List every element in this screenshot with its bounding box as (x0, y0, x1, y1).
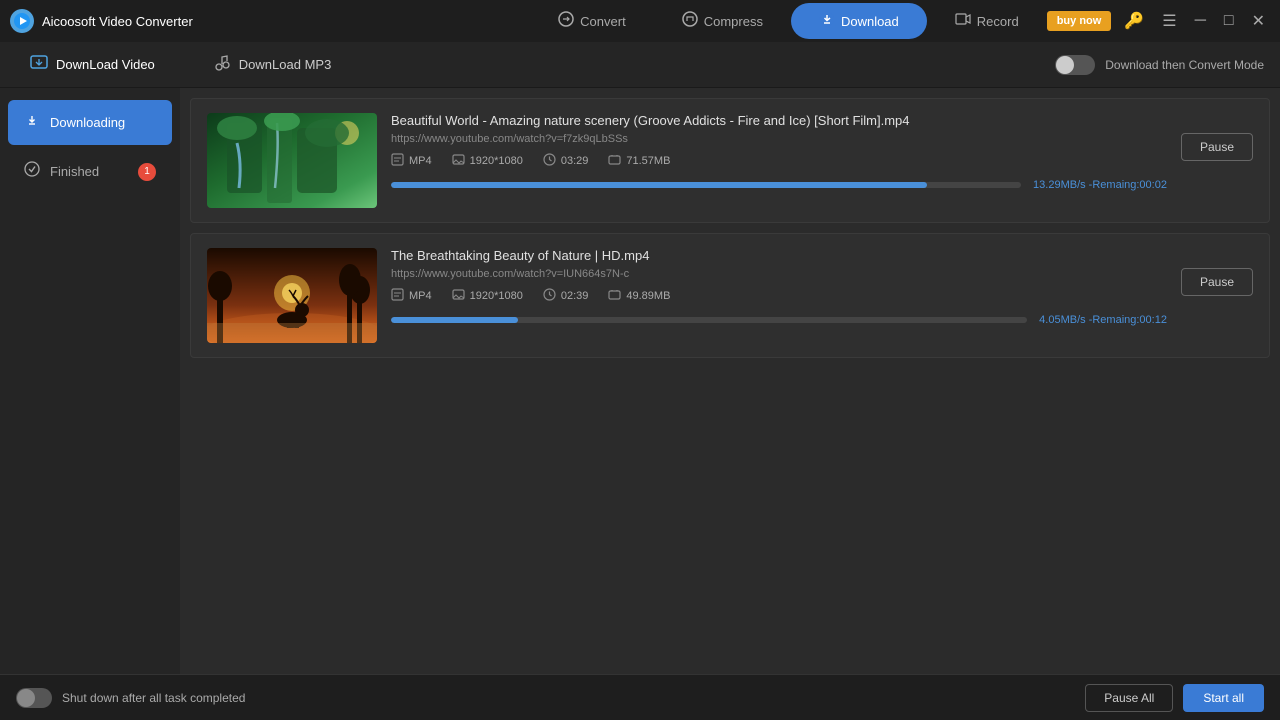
tab-convert-label: Convert (580, 14, 626, 29)
download-item-2: The Breathtaking Beauty of Nature | HD.m… (190, 233, 1270, 358)
finished-icon (24, 161, 40, 182)
record-icon (955, 11, 971, 31)
download-list: Beautiful World - Amazing nature scenery… (180, 88, 1280, 674)
progress-stats-2: 4.05MB/s -Remaing:00:12 (1039, 314, 1167, 326)
size-icon-2 (608, 288, 621, 304)
progress-bar-1 (391, 182, 927, 188)
convert-mode-switch[interactable] (1055, 55, 1095, 75)
nav-tabs: Convert Compress Download (530, 3, 1047, 39)
format-value-1: MP4 (409, 155, 432, 167)
pause-button-2[interactable]: Pause (1181, 268, 1253, 296)
progress-row-2: 4.05MB/s -Remaing:00:12 (391, 314, 1167, 326)
progress-row-1: 13.29MB/s -Remaing:00:02 (391, 179, 1167, 191)
format-icon-1 (391, 153, 404, 169)
thumbnail-2 (207, 248, 377, 343)
duration-2: 02:39 (543, 288, 589, 304)
shutdown-label: Shut down after all task completed (62, 691, 245, 705)
subtab-download-video[interactable]: DownLoad Video (16, 47, 169, 82)
compress-icon (682, 11, 698, 31)
resolution-icon-2 (452, 288, 465, 304)
duration-value-1: 03:29 (561, 155, 589, 167)
sidebar: Downloading Finished 1 (0, 88, 180, 674)
tab-record-label: Record (977, 14, 1019, 29)
sidebar-finished-label: Finished (50, 164, 99, 179)
download-item-1: Beautiful World - Amazing nature scenery… (190, 98, 1270, 223)
buy-now-button[interactable]: buy now (1047, 11, 1112, 31)
key-icon-button[interactable]: 🔑 (1119, 9, 1149, 33)
main-content: Downloading Finished 1 (0, 88, 1280, 674)
pause-button-1[interactable]: Pause (1181, 133, 1253, 161)
convert-mode-toggle: Download then Convert Mode (1055, 55, 1264, 75)
bottombar: Shut down after all task completed Pause… (0, 674, 1280, 720)
tab-compress[interactable]: Compress (654, 3, 791, 39)
subtab-download-mp3-label: DownLoad MP3 (239, 57, 332, 72)
sidebar-item-downloading[interactable]: Downloading (8, 100, 172, 145)
download-mp3-icon (213, 53, 231, 76)
progress-bar-2 (391, 317, 518, 323)
close-button[interactable]: ✕ (1247, 9, 1270, 33)
pause-all-button[interactable]: Pause All (1085, 684, 1173, 712)
format-2: MP4 (391, 288, 432, 304)
duration-1: 03:29 (543, 153, 589, 169)
download-title-2: The Breathtaking Beauty of Nature | HD.m… (391, 248, 1167, 263)
duration-icon-2 (543, 288, 556, 304)
progress-bar-container-1 (391, 182, 1021, 188)
download-video-icon (30, 53, 48, 76)
download-tab-icon (819, 11, 835, 31)
size-1: 71.57MB (608, 153, 670, 169)
download-url-2: https://www.youtube.com/watch?v=IUN664s7… (391, 268, 1167, 280)
resolution-value-1: 1920*1080 (470, 155, 523, 167)
convert-mode-label: Download then Convert Mode (1105, 58, 1264, 72)
subtabbar: DownLoad Video DownLoad MP3 Download the… (0, 42, 1280, 88)
download-info-2: The Breathtaking Beauty of Nature | HD.m… (391, 248, 1167, 326)
resolution-value-2: 1920*1080 (470, 290, 523, 302)
download-url-1: https://www.youtube.com/watch?v=f7zk9qLb… (391, 133, 1167, 145)
app-title: Aicoosoft Video Converter (42, 14, 530, 29)
tab-download-label: Download (841, 14, 899, 29)
format-icon-2 (391, 288, 404, 304)
bottom-actions: Pause All Start all (1085, 684, 1264, 712)
format-value-2: MP4 (409, 290, 432, 302)
convert-icon (558, 11, 574, 31)
minimize-button[interactable]: ─ (1190, 10, 1211, 32)
app-logo (10, 9, 34, 33)
size-value-2: 49.89MB (626, 290, 670, 302)
toggle-knob (1056, 56, 1074, 74)
subtab-download-mp3[interactable]: DownLoad MP3 (199, 47, 346, 82)
resolution-2: 1920*1080 (452, 288, 523, 304)
progress-stats-1: 13.29MB/s -Remaing:00:02 (1033, 179, 1167, 191)
shutdown-toggle-knob (17, 689, 35, 707)
size-icon-1 (608, 153, 621, 169)
thumbnail-1 (207, 113, 377, 208)
download-meta-2: MP4 1920*1080 (391, 288, 1167, 304)
tab-record[interactable]: Record (927, 3, 1047, 39)
progress-bar-container-2 (391, 317, 1027, 323)
start-all-button[interactable]: Start all (1183, 684, 1264, 712)
finished-badge: 1 (138, 163, 156, 181)
size-value-1: 71.57MB (626, 155, 670, 167)
format-1: MP4 (391, 153, 432, 169)
download-info-1: Beautiful World - Amazing nature scenery… (391, 113, 1167, 191)
subtab-download-video-label: DownLoad Video (56, 57, 155, 72)
size-2: 49.89MB (608, 288, 670, 304)
download-title-1: Beautiful World - Amazing nature scenery… (391, 113, 1167, 128)
sidebar-downloading-label: Downloading (50, 115, 125, 130)
resolution-1: 1920*1080 (452, 153, 523, 169)
title-controls: buy now 🔑 ☰ ─ □ ✕ (1047, 9, 1270, 33)
tab-compress-label: Compress (704, 14, 763, 29)
maximize-button[interactable]: □ (1219, 10, 1239, 32)
menu-icon-button[interactable]: ☰ (1157, 9, 1181, 33)
shutdown-toggle[interactable] (16, 688, 52, 708)
tab-convert[interactable]: Convert (530, 3, 654, 39)
titlebar: Aicoosoft Video Converter Convert Compre… (0, 0, 1280, 42)
duration-value-2: 02:39 (561, 290, 589, 302)
tab-download[interactable]: Download (791, 3, 927, 39)
duration-icon-1 (543, 153, 556, 169)
download-meta-1: MP4 1920*1080 (391, 153, 1167, 169)
downloading-icon (24, 112, 40, 133)
sidebar-item-finished[interactable]: Finished 1 (8, 149, 172, 194)
resolution-icon-1 (452, 153, 465, 169)
